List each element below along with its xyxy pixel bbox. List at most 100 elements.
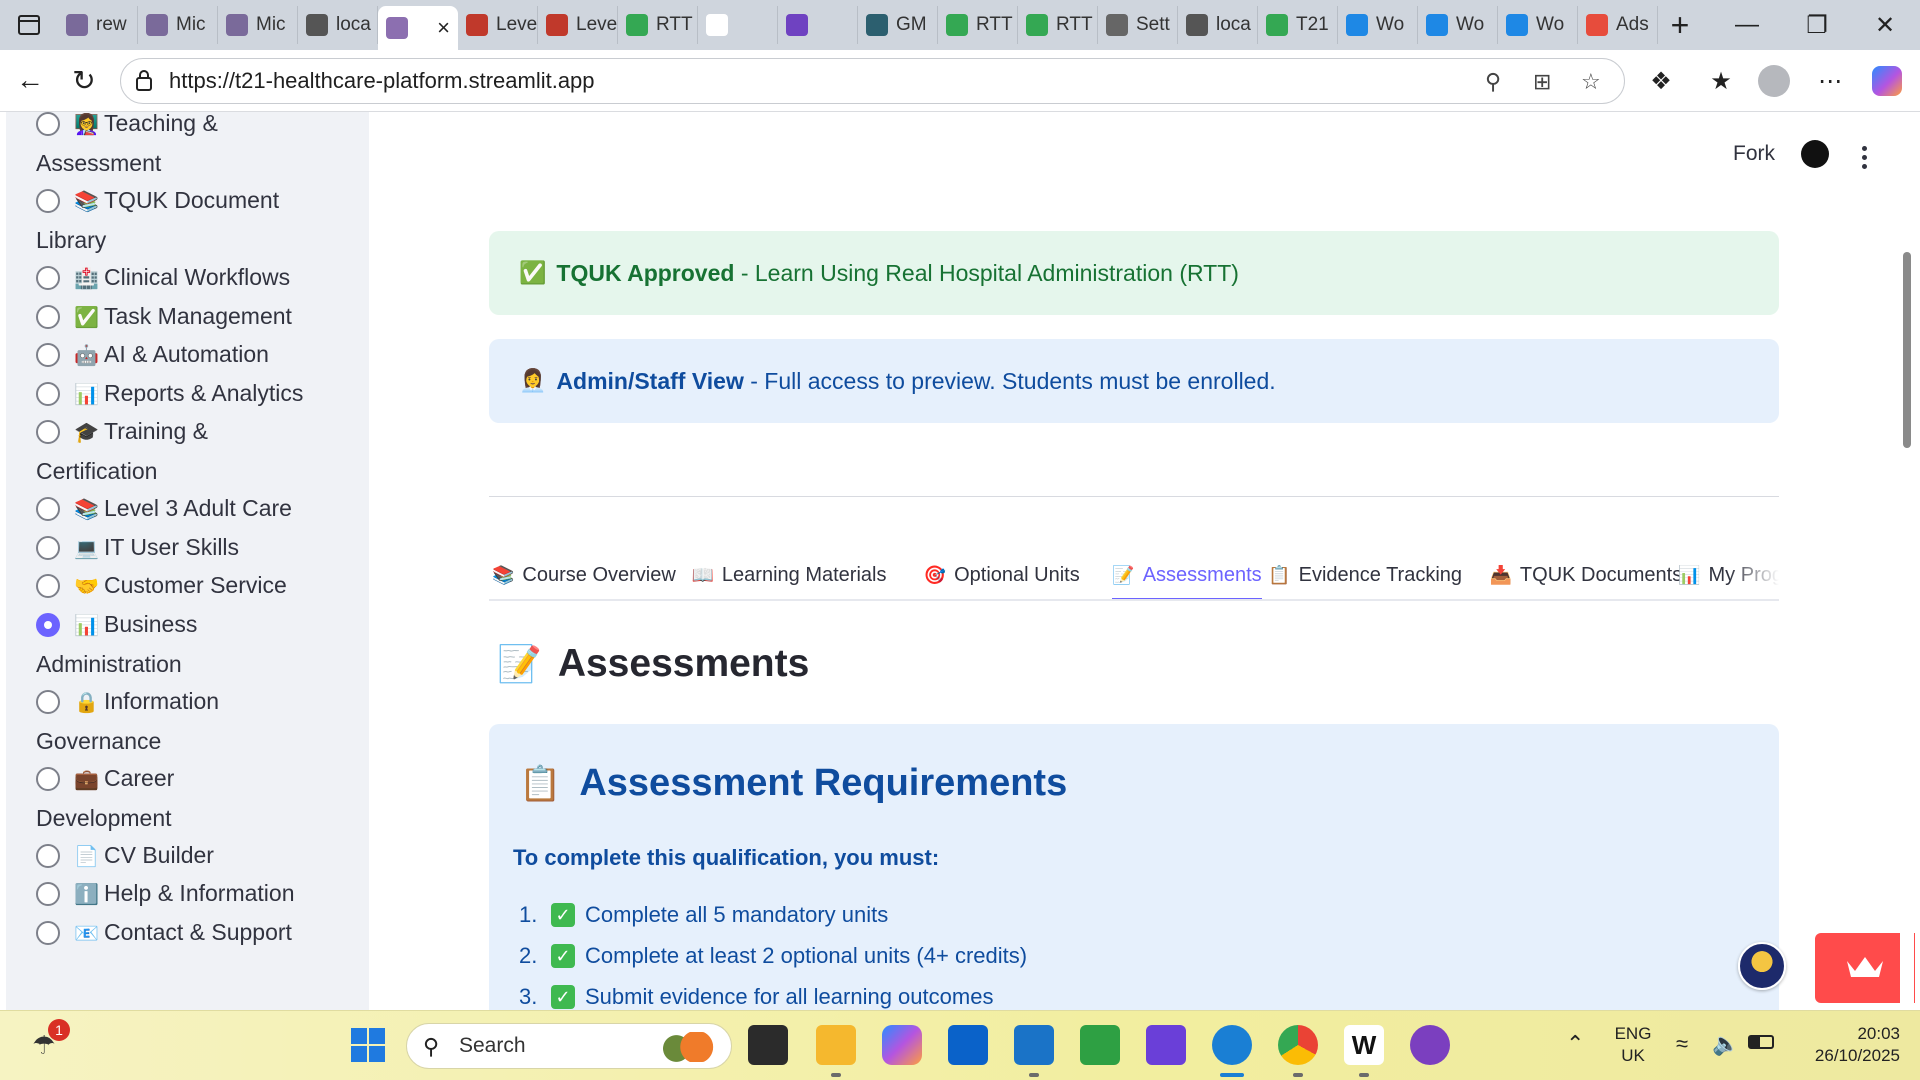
sidebar-item[interactable]: 💻 IT User Skills [36,532,366,568]
github-icon[interactable] [1801,140,1829,168]
key-icon[interactable]: ⚲ [1485,69,1501,95]
file-explorer-icon[interactable] [816,1025,856,1065]
browser-tab[interactable]: Mic [138,6,218,44]
content-tab[interactable]: 📥 TQUK Documents [1490,551,1683,599]
radio-button[interactable] [36,535,60,560]
sidebar-item[interactable]: 📧 Contact & Support [36,917,366,953]
browser-tab[interactable]: Mic [218,6,298,44]
sidebar-item[interactable]: 💼 Career Development [36,763,366,837]
copilot-icon[interactable] [1870,64,1904,98]
radio-button[interactable] [36,612,60,637]
more-options-icon[interactable]: ⋯ [1813,64,1847,98]
fork-button[interactable]: Fork [1733,142,1775,166]
sidebar-item[interactable]: 🏥 Clinical Workflows [36,262,366,298]
clock[interactable]: 20:03 26/10/2025 [1794,1023,1900,1067]
browser-tab[interactable] [778,6,858,44]
browser-tab[interactable]: × [378,6,458,50]
taskbar-search[interactable]: ⚲ Search [406,1023,732,1069]
radio-button[interactable] [36,189,60,213]
w-app-icon[interactable]: W [1344,1025,1384,1065]
visual-studio-icon[interactable] [1146,1025,1186,1065]
back-icon[interactable]: ← [10,60,50,100]
chat-app-icon[interactable] [1080,1025,1120,1065]
radio-button[interactable] [36,920,60,945]
sidebar-item[interactable]: 👩‍🏫 Teaching & Assessment [36,112,366,182]
browser-tab[interactable]: Leve [458,6,538,44]
app-available-icon[interactable]: ⊞ [1533,69,1551,95]
radio-button[interactable] [36,882,60,906]
browser-tab[interactable]: loca [298,6,378,44]
radio-button[interactable] [36,112,60,136]
browser-tab[interactable]: T21 [1258,6,1338,44]
github-desktop-icon[interactable] [1410,1025,1450,1065]
edge-browser-icon[interactable] [1212,1025,1252,1065]
new-tab-button[interactable]: + [1658,7,1702,44]
language-indicator[interactable]: ENG UK [1612,1023,1654,1067]
browser-tab[interactable]: RTT [618,6,698,44]
radio-button[interactable] [36,420,60,444]
browser-tab[interactable]: rew [58,6,138,44]
content-tab[interactable]: 📚 Course Overview [492,551,676,599]
sidebar-item[interactable]: 🔒 Information Governance [36,686,366,760]
scrollbar-track[interactable] [1900,112,1914,1010]
content-tab[interactable]: 🎯 Optional Units [924,551,1080,599]
browser-tab[interactable]: Sett [1098,6,1178,44]
minimize-icon[interactable]: — [1712,0,1782,50]
radio-button[interactable] [36,343,60,367]
browser-tab[interactable]: Wo [1418,6,1498,44]
outlook-icon[interactable] [1014,1025,1054,1065]
radio-button[interactable] [36,766,60,791]
app-logo-avatar[interactable] [1738,942,1786,990]
content-tab[interactable]: 📝 Assessments [1112,551,1263,599]
sidebar-item[interactable]: 🎓 Training & Certification [36,416,366,490]
profile-avatar[interactable] [1757,64,1791,98]
close-tab-icon[interactable]: × [437,15,450,41]
copilot-app-icon[interactable] [882,1025,922,1065]
extensions-icon[interactable]: ❖ [1644,64,1678,98]
close-window-icon[interactable]: ✕ [1850,0,1920,50]
task-view-icon[interactable] [748,1025,788,1065]
sidebar-item[interactable]: 📊 Business Administration [36,609,366,683]
browser-tab[interactable]: Wo [1498,6,1578,44]
content-tab[interactable]: 📖 Learning Materials [692,551,887,599]
radio-button[interactable] [36,381,60,406]
browser-tab[interactable]: RTT [938,6,1018,44]
sidebar-item[interactable]: 🤖 AI & Automation [36,339,366,375]
lock-icon[interactable] [135,69,153,91]
restore-icon[interactable]: ❐ [1782,0,1852,50]
sidebar-item[interactable]: ✅ Task Management [36,301,366,337]
browser-tab[interactable]: loca [1178,6,1258,44]
show-hidden-icons-icon[interactable]: ⌃ [1566,1031,1584,1057]
browser-tab[interactable]: Ads [1578,6,1658,44]
battery-icon[interactable] [1748,1035,1774,1049]
browser-tab[interactable]: GM [858,6,938,44]
vertical-tabs-toggle-icon[interactable] [0,0,58,50]
sidebar-item[interactable]: 📊 Reports & Analytics [36,378,366,414]
sidebar-item[interactable]: ℹ️ Help & Information [36,878,366,914]
favorite-star-icon[interactable]: ☆ [1581,69,1601,95]
wifi-icon[interactable]: ≈ [1676,1031,1688,1057]
scrollbar-thumb[interactable] [1903,252,1911,448]
content-tab[interactable]: 📋 Evidence Tracking [1268,551,1462,599]
refresh-icon[interactable]: ↻ [64,60,104,100]
url-field[interactable]: https://t21-healthcare-platform.streamli… [120,58,1625,104]
main-menu-icon[interactable] [1862,146,1868,170]
windows-start-icon[interactable] [348,1025,388,1065]
sidebar-item[interactable]: 📚 TQUK Document Library [36,185,366,259]
sidebar-item[interactable]: 📚 Level 3 Adult Care [36,493,366,529]
sidebar-item[interactable]: 🤝 Customer Service [36,570,366,606]
radio-button[interactable] [36,574,60,598]
radio-button[interactable] [36,304,60,329]
browser-tab[interactable]: RTT [1018,6,1098,44]
radio-button[interactable] [36,843,60,868]
volume-icon[interactable]: 🔈 [1712,1031,1739,1057]
radio-button[interactable] [36,266,60,290]
radio-button[interactable] [36,497,60,521]
browser-tab[interactable]: Leve [538,6,618,44]
sidebar-item[interactable]: 📄 CV Builder [36,840,366,876]
favorites-icon[interactable]: ★ [1704,64,1738,98]
microsoft-store-icon[interactable] [948,1025,988,1065]
browser-tab[interactable] [698,6,778,44]
radio-button[interactable] [36,689,60,714]
browser-tab[interactable]: Wo [1338,6,1418,44]
